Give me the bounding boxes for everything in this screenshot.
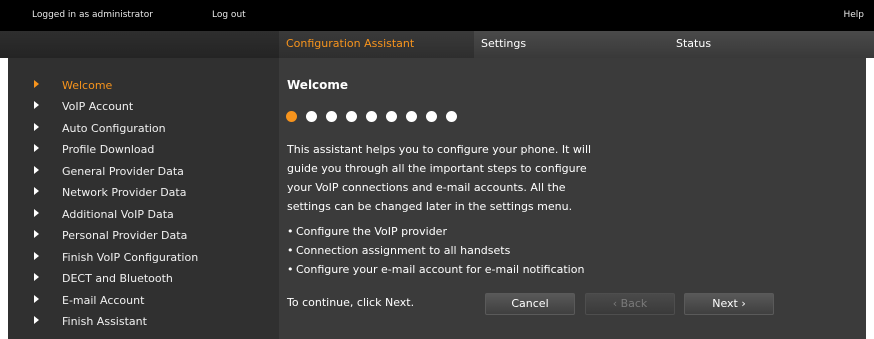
arrow-right-icon: [34, 230, 39, 238]
sidebar-item-label: E-mail Account: [62, 294, 145, 307]
list-item: • Configure your e-mail account for e-mai…: [287, 260, 584, 279]
login-status: Logged in as administrator: [32, 10, 153, 20]
sidebar-item-label: Welcome: [62, 79, 113, 92]
sidebar-item-network-provider-data[interactable]: Network Provider Data: [8, 184, 279, 204]
sidebar-item-label: Auto Configuration: [62, 122, 166, 135]
back-button[interactable]: ‹ Back: [585, 293, 675, 315]
sidebar-item-profile-download[interactable]: Profile Download: [8, 141, 279, 161]
continue-hint: To continue, click Next.: [287, 296, 415, 309]
cancel-button[interactable]: Cancel: [485, 293, 575, 315]
list-item: • Configure the VoIP provider: [287, 222, 584, 241]
progress-dot: [346, 111, 357, 122]
tab-configuration-assistant[interactable]: Configuration Assistant: [279, 31, 474, 58]
logout-link[interactable]: Log out: [212, 10, 246, 20]
main-panel: Welcome This assistant helps you to conf…: [279, 58, 866, 339]
list-item-text: Connection assignment to all handsets: [296, 244, 511, 257]
progress-dot: [426, 111, 437, 122]
arrow-right-icon: [34, 316, 39, 324]
sidebar-item-label: Personal Provider Data: [62, 229, 188, 242]
tab-status[interactable]: Status: [669, 31, 866, 58]
sidebar-item-label: VoIP Account: [62, 100, 134, 113]
help-link[interactable]: Help: [843, 10, 864, 20]
arrow-right-icon: [34, 295, 39, 303]
intro-line: guide you through all the important step…: [287, 162, 587, 175]
sidebar-item-additional-voip-data[interactable]: Additional VoIP Data: [8, 206, 279, 226]
list-item-text: Configure your e-mail account for e-mail…: [296, 263, 585, 276]
sidebar-item-finish-assistant[interactable]: Finish Assistant: [8, 313, 279, 333]
arrow-right-icon: [34, 80, 39, 88]
arrow-right-icon: [34, 252, 39, 260]
sidebar-item-label: Finish Assistant: [62, 315, 147, 328]
progress-dot: [386, 111, 397, 122]
list-item-text: Configure the VoIP provider: [296, 225, 447, 238]
top-bar: Logged in as administrator Log out Help: [0, 0, 874, 31]
sidebar-item-label: Finish VoIP Configuration: [62, 251, 199, 264]
progress-dot: [446, 111, 457, 122]
sidebar-item-label: General Provider Data: [62, 165, 184, 178]
arrow-right-icon: [34, 273, 39, 281]
sidebar-item-finish-voip-configuration[interactable]: Finish VoIP Configuration: [8, 249, 279, 269]
sidebar-item-label: DECT and Bluetooth: [62, 272, 173, 285]
arrow-right-icon: [34, 187, 39, 195]
assistant-steps-sidebar: Welcome VoIP Account Auto Configuration …: [8, 58, 279, 339]
bullet-icon: •: [287, 263, 294, 276]
arrow-right-icon: [34, 166, 39, 174]
arrow-right-icon: [34, 209, 39, 217]
bullet-icon: •: [287, 244, 294, 257]
sidebar-item-voip-account[interactable]: VoIP Account: [8, 98, 279, 118]
list-item: • Connection assignment to all handsets: [287, 241, 584, 260]
sidebar-item-welcome[interactable]: Welcome: [8, 77, 279, 97]
arrow-right-icon: [34, 123, 39, 131]
progress-dot-current: [286, 111, 297, 122]
progress-dot: [366, 111, 377, 122]
tab-bar: Configuration Assistant Settings Status: [0, 31, 874, 58]
progress-dot: [326, 111, 337, 122]
step-bullet-list: • Configure the VoIP provider • Connection…: [287, 222, 584, 279]
next-button[interactable]: Next ›: [684, 293, 774, 315]
page-title: Welcome: [287, 78, 349, 92]
arrow-right-icon: [34, 144, 39, 152]
progress-dot: [306, 111, 317, 122]
tab-bar-spacer: [0, 31, 279, 58]
sidebar-item-label: Network Provider Data: [62, 186, 187, 199]
sidebar-item-email-account[interactable]: E-mail Account: [8, 292, 279, 312]
intro-line: settings can be changed later in the set…: [287, 200, 573, 213]
sidebar-item-auto-configuration[interactable]: Auto Configuration: [8, 120, 279, 140]
sidebar-item-general-provider-data[interactable]: General Provider Data: [8, 163, 279, 183]
sidebar-item-dect-and-bluetooth[interactable]: DECT and Bluetooth: [8, 270, 279, 290]
sidebar-item-label: Additional VoIP Data: [62, 208, 174, 221]
intro-line: your VoIP connections and e-mail account…: [287, 181, 566, 194]
intro-line: This assistant helps you to configure yo…: [287, 143, 592, 156]
bullet-icon: •: [287, 225, 294, 238]
tab-settings[interactable]: Settings: [474, 31, 669, 58]
intro-text: This assistant helps you to configure yo…: [287, 140, 617, 216]
sidebar-item-label: Profile Download: [62, 143, 155, 156]
progress-dot: [406, 111, 417, 122]
arrow-right-icon: [34, 101, 39, 109]
sidebar-item-personal-provider-data[interactable]: Personal Provider Data: [8, 227, 279, 247]
